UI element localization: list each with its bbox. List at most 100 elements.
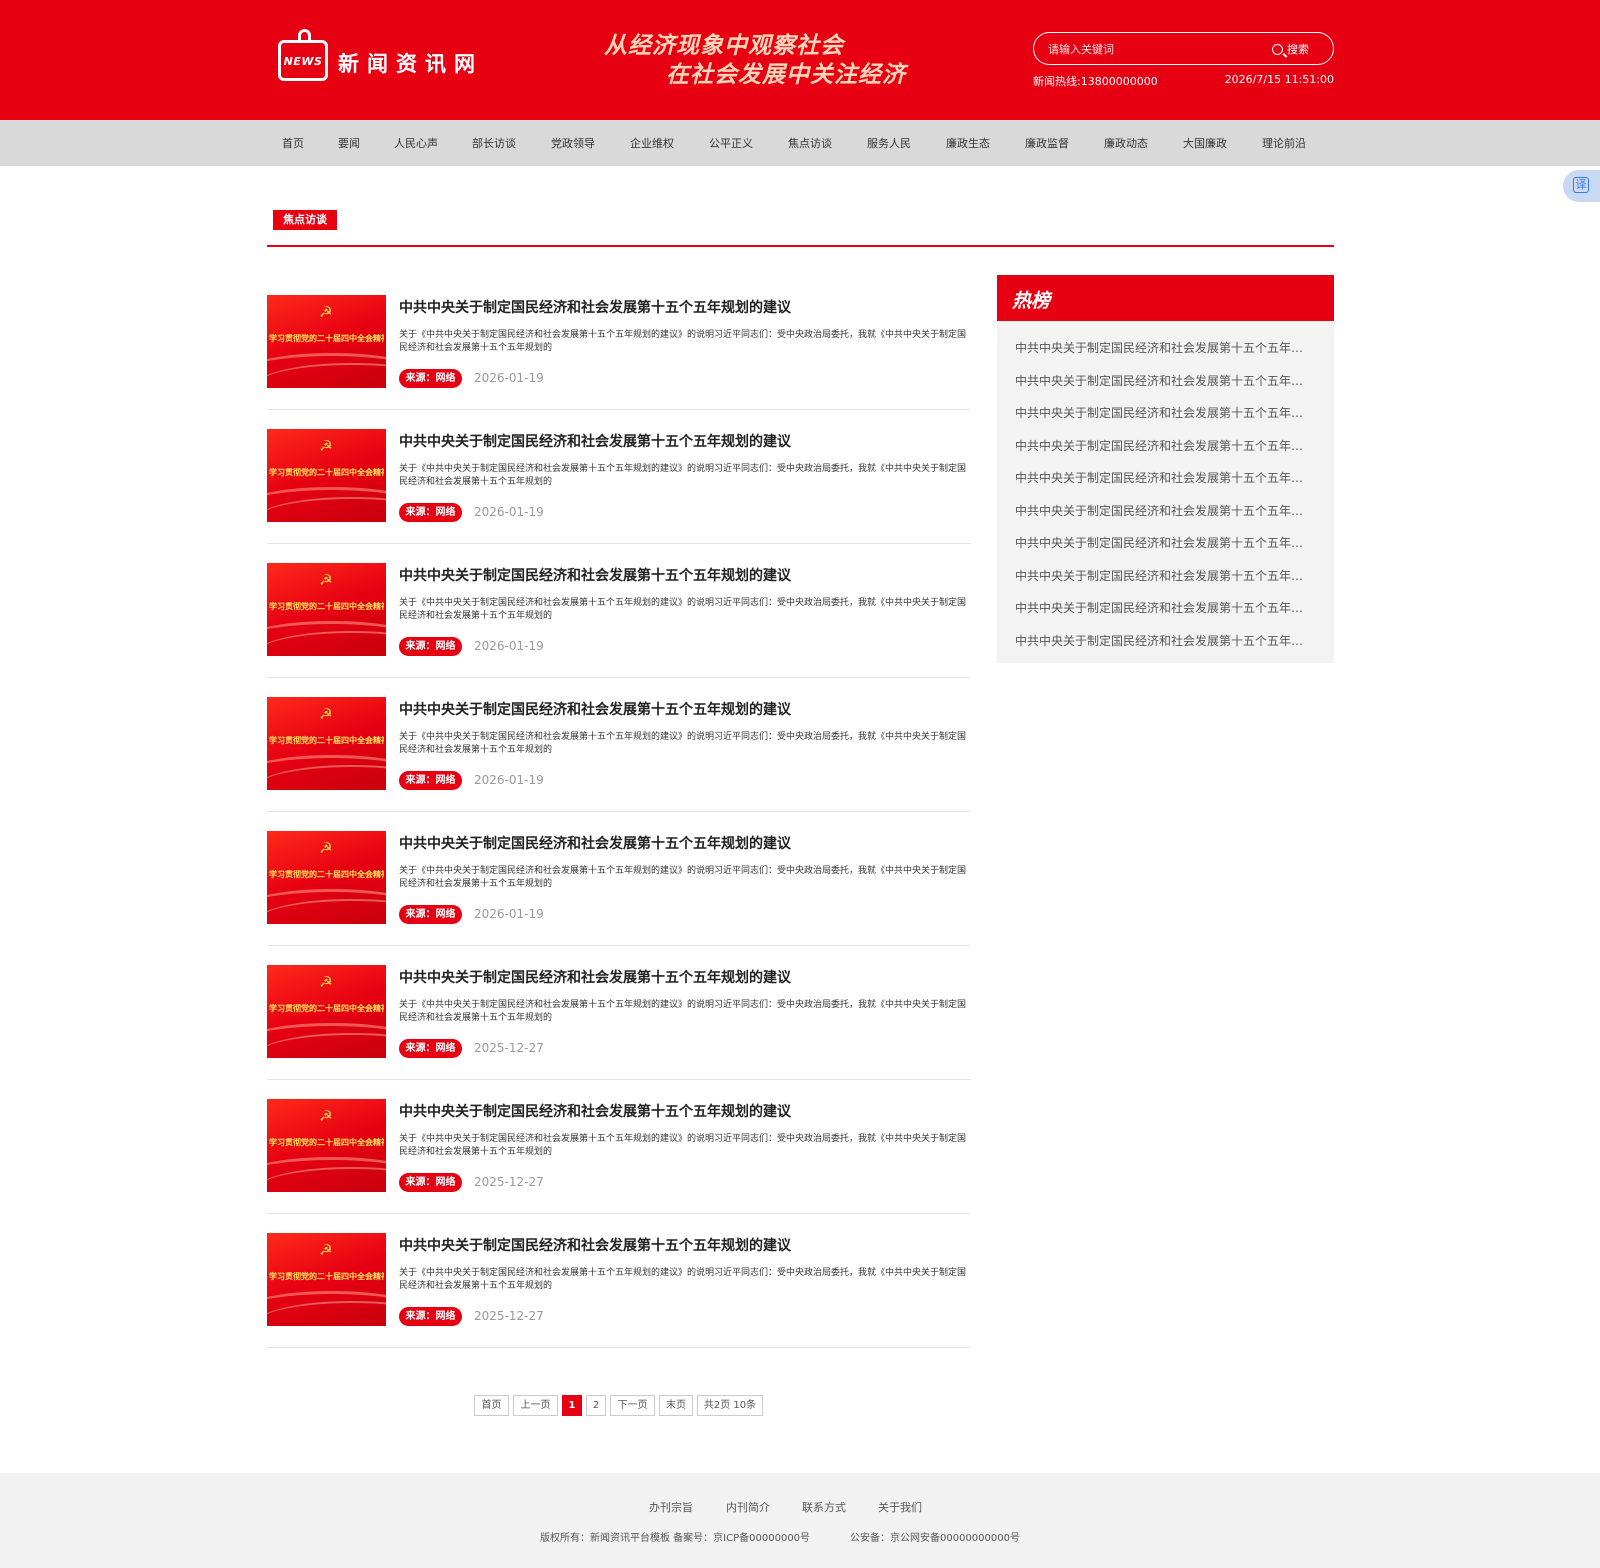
nav-item-news[interactable]: 要闻 bbox=[338, 135, 360, 151]
article-summary: 关于《中共中央关于制定国民经济和社会发展第十五个五年规划的建议》的说明习近平同志… bbox=[399, 1134, 967, 1157]
thumbnail-caption: 学习贯彻党的二十届四中全会精神 bbox=[269, 1272, 384, 1281]
article-item[interactable]: ☭ 学习贯彻党的二十届四中全会精神 中共中央关于制定国民经济和社会发展第十五个五年规… bbox=[267, 275, 970, 410]
article-source-badge: 来源：网络 bbox=[399, 771, 462, 790]
article-thumbnail[interactable]: ☭ 学习贯彻党的二十届四中全会精神 bbox=[267, 831, 386, 924]
main-nav: 首页 要闻 人民心声 部长访谈 党政领导 企业维权 公平正义 焦点访谈 服务人民… bbox=[0, 120, 1600, 166]
party-emblem-icon: ☭ bbox=[319, 973, 333, 991]
article-title[interactable]: 中共中央关于制定国民经济和社会发展第十五个五年规划的建议 bbox=[399, 699, 791, 719]
article-summary: 关于《中共中央关于制定国民经济和社会发展第十五个五年规划的建议》的说明习近平同志… bbox=[399, 598, 967, 621]
hot-list-item[interactable]: 中共中央关于制定国民经济和社会发展第十五个五年规划的建议 bbox=[1015, 469, 1315, 486]
hot-list-item[interactable]: 中共中央关于制定国民经济和社会发展第十五个五年规划的建议 bbox=[1015, 437, 1315, 454]
search-button-label: 搜索 bbox=[1287, 43, 1309, 56]
article-title[interactable]: 中共中央关于制定国民经济和社会发展第十五个五年规划的建议 bbox=[399, 1101, 791, 1121]
article-item[interactable]: ☭ 学习贯彻党的二十届四中全会精神 中共中央关于制定国民经济和社会发展第十五个五年规… bbox=[267, 945, 970, 1080]
nav-item-supervision[interactable]: 廉政监督 bbox=[1025, 135, 1069, 151]
nav-item-justice[interactable]: 公平正义 bbox=[709, 135, 753, 151]
article-thumbnail[interactable]: ☭ 学习贯彻党的二十届四中全会精神 bbox=[267, 295, 386, 388]
page-last[interactable]: 末页 bbox=[659, 1395, 693, 1416]
hot-list-header: 热榜 bbox=[997, 275, 1334, 321]
article-date: 2025-12-27 bbox=[474, 1175, 544, 1189]
article-title[interactable]: 中共中央关于制定国民经济和社会发展第十五个五年规划的建议 bbox=[399, 1235, 791, 1255]
page-next[interactable]: 下一页 bbox=[610, 1395, 655, 1416]
site-footer: 办刊宗旨 内刊简介 联系方式 关于我们 版权所有：新闻资讯平台模板 备案号：京I… bbox=[0, 1473, 1600, 1568]
party-emblem-icon: ☭ bbox=[319, 303, 333, 321]
nav-item-dynamics[interactable]: 廉政动态 bbox=[1104, 135, 1148, 151]
article-thumbnail[interactable]: ☭ 学习贯彻党的二十届四中全会精神 bbox=[267, 1233, 386, 1326]
article-date: 2026-01-19 bbox=[474, 907, 544, 921]
nav-item-home[interactable]: 首页 bbox=[282, 135, 304, 151]
thumbnail-caption: 学习贯彻党的二十届四中全会精神 bbox=[269, 468, 384, 477]
search-input[interactable] bbox=[1048, 38, 1268, 60]
nav-item-leaders[interactable]: 党政领导 bbox=[551, 135, 595, 151]
search-icon bbox=[1272, 43, 1283, 55]
hot-list-item[interactable]: 中共中央关于制定国民经济和社会发展第十五个五年规划的建议 bbox=[1015, 502, 1315, 519]
search-button[interactable]: 搜索 bbox=[1272, 39, 1328, 59]
article-summary: 关于《中共中央关于制定国民经济和社会发展第十五个五年规划的建议》的说明习近平同志… bbox=[399, 732, 967, 755]
article-thumbnail[interactable]: ☭ 学习贯彻党的二十届四中全会精神 bbox=[267, 563, 386, 656]
article-source-badge: 来源：网络 bbox=[399, 1173, 462, 1192]
footer-link-about[interactable]: 关于我们 bbox=[878, 1499, 922, 1515]
article-item[interactable]: ☭ 学习贯彻党的二十届四中全会精神 中共中央关于制定国民经济和社会发展第十五个五年规… bbox=[267, 409, 970, 544]
party-emblem-icon: ☭ bbox=[319, 839, 333, 857]
nav-item-voice[interactable]: 人民心声 bbox=[394, 135, 438, 151]
hot-list-item[interactable]: 中共中央关于制定国民经济和社会发展第十五个五年规划的建议 bbox=[1015, 632, 1315, 649]
police-record-text: 公安备：京公网安备00000000000号 bbox=[850, 1533, 1020, 1544]
nav-item-ecology[interactable]: 廉政生态 bbox=[946, 135, 990, 151]
article-title[interactable]: 中共中央关于制定国民经济和社会发展第十五个五年规划的建议 bbox=[399, 297, 791, 317]
nav-item-focus[interactable]: 焦点访谈 bbox=[788, 135, 832, 151]
party-emblem-icon: ☭ bbox=[319, 437, 333, 455]
article-date: 2026-01-19 bbox=[474, 371, 544, 385]
nav-item-serve[interactable]: 服务人民 bbox=[867, 135, 911, 151]
section-tag: 焦点访谈 bbox=[273, 210, 337, 230]
page-prev[interactable]: 上一页 bbox=[513, 1395, 558, 1416]
article-title[interactable]: 中共中央关于制定国民经济和社会发展第十五个五年规划的建议 bbox=[399, 431, 791, 451]
nav-item-nation[interactable]: 大国廉政 bbox=[1183, 135, 1227, 151]
slogan-line-2: 在社会发展中关注经济 bbox=[666, 62, 906, 88]
nav-item-theory[interactable]: 理论前沿 bbox=[1262, 135, 1306, 151]
article-item[interactable]: ☭ 学习贯彻党的二十届四中全会精神 中共中央关于制定国民经济和社会发展第十五个五年规… bbox=[267, 1213, 970, 1348]
article-item[interactable]: ☭ 学习贯彻党的二十届四中全会精神 中共中央关于制定国民经济和社会发展第十五个五年规… bbox=[267, 1079, 970, 1214]
page-2[interactable]: 2 bbox=[586, 1395, 606, 1416]
article-date: 2026-01-19 bbox=[474, 505, 544, 519]
article-date: 2025-12-27 bbox=[474, 1309, 544, 1323]
hot-list-item[interactable]: 中共中央关于制定国民经济和社会发展第十五个五年规划的建议 bbox=[1015, 404, 1315, 421]
article-item[interactable]: ☭ 学习贯彻党的二十届四中全会精神 中共中央关于制定国民经济和社会发展第十五个五年规… bbox=[267, 677, 970, 812]
article-thumbnail[interactable]: ☭ 学习贯彻党的二十届四中全会精神 bbox=[267, 429, 386, 522]
article-item[interactable]: ☭ 学习贯彻党的二十届四中全会精神 中共中央关于制定国民经济和社会发展第十五个五年规… bbox=[267, 811, 970, 946]
article-source-badge: 来源：网络 bbox=[399, 503, 462, 522]
article-title[interactable]: 中共中央关于制定国民经济和社会发展第十五个五年规划的建议 bbox=[399, 967, 791, 987]
thumbnail-caption: 学习贯彻党的二十届四中全会精神 bbox=[269, 1004, 384, 1013]
footer-link-purpose[interactable]: 办刊宗旨 bbox=[649, 1499, 693, 1515]
article-title[interactable]: 中共中央关于制定国民经济和社会发展第十五个五年规划的建议 bbox=[399, 565, 791, 585]
hot-list-panel: 热榜 中共中央关于制定国民经济和社会发展第十五个五年规划的建议中共中央关于制定国… bbox=[997, 275, 1334, 663]
party-emblem-icon: ☭ bbox=[319, 1107, 333, 1125]
footer-link-intro[interactable]: 内刊简介 bbox=[726, 1499, 770, 1515]
article-item[interactable]: ☭ 学习贯彻党的二十届四中全会精神 中共中央关于制定国民经济和社会发展第十五个五年规… bbox=[267, 543, 970, 678]
article-title[interactable]: 中共中央关于制定国民经济和社会发展第十五个五年规划的建议 bbox=[399, 833, 791, 853]
page-first[interactable]: 首页 bbox=[474, 1395, 509, 1416]
article-thumbnail[interactable]: ☭ 学习贯彻党的二十届四中全会精神 bbox=[267, 965, 386, 1058]
party-emblem-icon: ☭ bbox=[319, 1241, 333, 1259]
section-divider bbox=[267, 245, 1334, 247]
hot-list-item[interactable]: 中共中央关于制定国民经济和社会发展第十五个五年规划的建议 bbox=[1015, 534, 1315, 551]
hot-list-item[interactable]: 中共中央关于制定国民经济和社会发展第十五个五年规划的建议 bbox=[1015, 372, 1315, 389]
page-1[interactable]: 1 bbox=[562, 1395, 582, 1416]
footer-link-contact[interactable]: 联系方式 bbox=[802, 1499, 846, 1515]
article-thumbnail[interactable]: ☭ 学习贯彻党的二十届四中全会精神 bbox=[267, 1099, 386, 1192]
site-header: NEWS 新闻资讯网 从经济现象中观察社会 在社会发展中关注经济 搜索 新闻热线… bbox=[0, 0, 1600, 120]
hot-list-item[interactable]: 中共中央关于制定国民经济和社会发展第十五个五年规划的建议 bbox=[1015, 339, 1315, 356]
site-logo[interactable]: NEWS 新闻资讯网 bbox=[278, 29, 498, 90]
article-thumbnail[interactable]: ☭ 学习贯彻党的二十届四中全会精神 bbox=[267, 697, 386, 790]
logo-badge: NEWS bbox=[283, 55, 323, 68]
nav-item-interviews[interactable]: 部长访谈 bbox=[472, 135, 516, 151]
thumbnail-caption: 学习贯彻党的二十届四中全会精神 bbox=[269, 870, 384, 879]
thumbnail-caption: 学习贯彻党的二十届四中全会精神 bbox=[269, 602, 384, 611]
nav-item-rights[interactable]: 企业维权 bbox=[630, 135, 674, 151]
article-summary: 关于《中共中央关于制定国民经济和社会发展第十五个五年规划的建议》的说明习近平同志… bbox=[399, 464, 967, 487]
hot-list-item[interactable]: 中共中央关于制定国民经济和社会发展第十五个五年规划的建议 bbox=[1015, 567, 1315, 584]
article-source-badge: 来源：网络 bbox=[399, 637, 462, 656]
logo-text: 新闻资讯网 bbox=[338, 52, 483, 76]
article-date: 2026-01-19 bbox=[474, 773, 544, 787]
hot-list-item[interactable]: 中共中央关于制定国民经济和社会发展第十五个五年规划的建议 bbox=[1015, 599, 1315, 616]
translate-button[interactable]: 译 bbox=[1563, 170, 1600, 202]
